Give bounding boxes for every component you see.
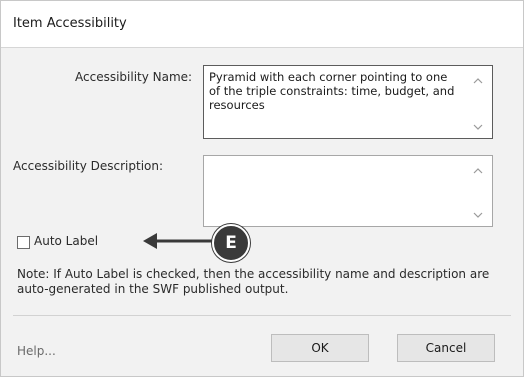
chevron-up-icon[interactable]: [472, 166, 484, 176]
help-link[interactable]: Help...: [17, 344, 56, 358]
callout-badge: E: [212, 224, 250, 262]
dialog-title: Item Accessibility: [13, 16, 127, 31]
chevron-up-icon[interactable]: [472, 76, 484, 86]
chevron-down-icon[interactable]: [472, 210, 484, 220]
callout-letter: E: [225, 233, 237, 253]
accessibility-name-field[interactable]: Pyramid with each corner pointing to one…: [203, 65, 493, 139]
accessibility-name-text: Pyramid with each corner pointing to one…: [209, 70, 455, 112]
item-accessibility-dialog: Item Accessibility Accessibility Name: P…: [0, 0, 524, 377]
arrow-left-icon: [143, 233, 215, 249]
accessibility-description-field[interactable]: [203, 155, 493, 227]
auto-label-note: Note: If Auto Label is checked, then the…: [17, 267, 490, 296]
accessibility-name-label: Accessibility Name:: [75, 70, 193, 84]
cancel-button[interactable]: Cancel: [397, 334, 495, 362]
auto-label-checkbox[interactable]: [17, 236, 30, 249]
chevron-down-icon[interactable]: [472, 122, 484, 132]
ok-button[interactable]: OK: [271, 334, 369, 362]
auto-label-text: Auto Label: [34, 234, 99, 248]
title-bar: Item Accessibility: [1, 1, 523, 48]
accessibility-description-label: Accessibility Description:: [13, 159, 164, 173]
footer-divider: [13, 315, 511, 316]
